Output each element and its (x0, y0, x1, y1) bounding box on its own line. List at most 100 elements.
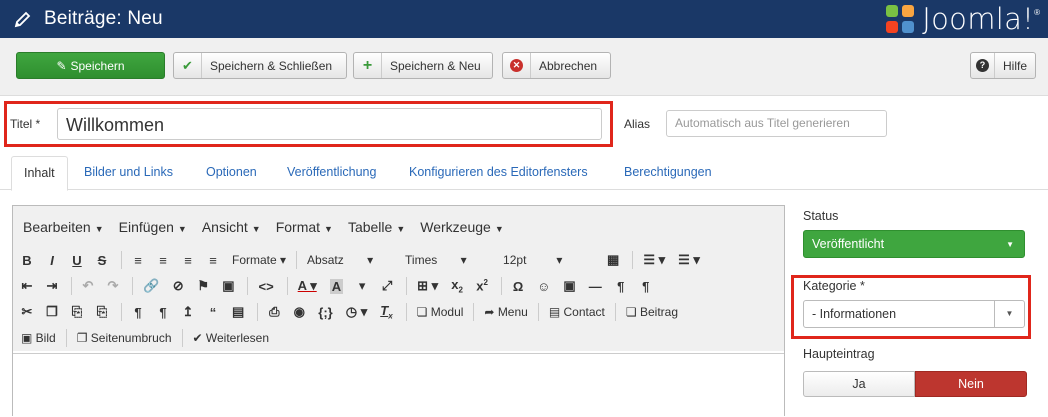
bild-button[interactable]: ▣ Bild (21, 331, 56, 345)
numbered-list-icon[interactable]: ☰ ▾ (678, 252, 700, 268)
cut-icon[interactable]: ✂ (21, 304, 33, 320)
text-color-icon[interactable]: A ▾ (298, 278, 317, 294)
category-value: - Informationen (812, 307, 897, 321)
unlink-icon[interactable]: ⊘ (172, 278, 184, 294)
strikethrough-icon[interactable]: S (96, 253, 108, 268)
media-icon[interactable]: ▣ (563, 278, 575, 294)
tab-bar: Inhalt Bilder und Links Optionen Veröffe… (0, 152, 1048, 191)
template-icon[interactable]: ▤ (232, 304, 244, 320)
status-value: Veröffentlicht (812, 237, 885, 251)
cancel-button[interactable]: ✕ Abbrechen (502, 52, 611, 79)
upload-icon[interactable]: ↥ (182, 304, 194, 320)
readmore-button[interactable]: ✔ Weiterlesen (193, 331, 270, 345)
align-justify-icon[interactable]: ≡ (207, 253, 219, 268)
joomla-logo-icon (884, 3, 916, 35)
outdent-icon[interactable]: ⇤ (21, 278, 33, 294)
contact-button[interactable]: ▤ Contact (549, 305, 605, 319)
title-input[interactable]: Willkommen (57, 108, 602, 140)
align-center-icon[interactable]: ≡ (157, 253, 169, 268)
underline-icon[interactable]: U (71, 253, 83, 268)
superscript-icon[interactable]: x2 (476, 278, 488, 293)
italic-icon[interactable]: I (46, 253, 58, 268)
link-icon[interactable]: 🔗 (143, 278, 159, 294)
tab-bilder-und-links[interactable]: Bilder und Links (72, 156, 185, 191)
code-sample-icon[interactable]: {;} (318, 305, 332, 320)
paste-icon[interactable]: ⎘ (71, 304, 83, 320)
blockquote-icon[interactable]: “ (207, 305, 219, 320)
category-select[interactable]: - Informationen ▼ (803, 300, 1025, 328)
font-family-dropdown[interactable]: Times ▾ (405, 253, 493, 267)
print-icon[interactable]: ⎙ (268, 304, 280, 320)
menu-bearbeiten[interactable]: Bearbeiten ▼ (23, 219, 104, 235)
check-icon: ✔ (174, 53, 202, 78)
save-button[interactable]: ✎ Speichern (16, 52, 165, 79)
tab-konfigurieren-editorfenster[interactable]: Konfigurieren des Editorfensters (397, 156, 600, 191)
preview-icon[interactable]: ◉ (293, 304, 305, 320)
tab-veroeffentlichung[interactable]: Veröffentlichung (275, 156, 388, 191)
editor-toolbar-row-2: ⇤ ⇥ ↶ ↷ 🔗 ⊘ ⚑ ▣ <> A ▾ A ▾ ⤢ ⊞ ▾ x2 x2 Ω… (13, 273, 784, 299)
menu-einfuegen[interactable]: Einfügen ▼ (119, 219, 187, 235)
featured-yes-button[interactable]: Ja (803, 371, 915, 397)
save-button-label: Speichern (70, 58, 125, 73)
tab-berechtigungen[interactable]: Berechtigungen (612, 156, 724, 191)
paste-text-icon[interactable]: ⎘ (96, 304, 108, 320)
joomla-logo[interactable]: Joomla! ® (884, 2, 1040, 36)
emoticon-icon[interactable]: ☺ (537, 279, 550, 294)
anchor-icon[interactable]: ⚑ (197, 278, 209, 294)
editor-toolbar-row-4: ▣ Bild ❐ Seitenumbruch ✔ Weiterlesen (13, 325, 784, 351)
code-icon[interactable]: <> (258, 279, 273, 294)
special-char-icon[interactable]: Ω (512, 279, 524, 294)
undo-icon[interactable]: ↶ (82, 278, 94, 294)
visualchars-icon[interactable]: ¶ (615, 279, 627, 294)
horizontal-rule-icon[interactable]: — (589, 279, 602, 294)
pencil-icon (14, 11, 31, 28)
save-new-button[interactable]: + Speichern & Neu (353, 52, 493, 79)
editor-menubar: Bearbeiten ▼ Einfügen ▼ Ansicht ▼ Format ▼ T… (13, 206, 784, 247)
app-header: Beiträge: Neu Joomla! ® (0, 0, 1048, 38)
beitrag-button[interactable]: ❏ Beitrag (626, 305, 678, 319)
formats-dropdown[interactable]: Formate ▾ (232, 253, 286, 267)
clear-formatting-icon[interactable]: Tx (380, 303, 392, 321)
featured-label: Haupteintrag (803, 347, 875, 361)
alias-input[interactable]: Automatisch aus Titel generieren (666, 110, 887, 137)
menu-werkzeuge[interactable]: Werkzeuge ▼ (420, 219, 503, 235)
subscript-icon[interactable]: x2 (451, 277, 463, 295)
menu-tabelle[interactable]: Tabelle ▼ (348, 219, 405, 235)
bold-icon[interactable]: B (21, 253, 33, 268)
redo-icon[interactable]: ↷ (107, 278, 119, 294)
rtl-icon[interactable]: ¶ (157, 305, 169, 320)
find-replace-icon[interactable]: ▦ (607, 252, 619, 268)
alias-label: Alias (624, 117, 651, 131)
nonbreaking-icon[interactable]: ¶ (640, 279, 652, 294)
tab-inhalt[interactable]: Inhalt (11, 156, 68, 191)
editor-toolbar-row-1: B I U S ≡ ≡ ≡ ≡ Formate ▾ Absatz ▾ Times… (13, 247, 784, 273)
bullet-list-icon[interactable]: ☰ ▾ (643, 252, 665, 268)
modul-button[interactable]: ❏ Modul (417, 305, 464, 319)
insert-datetime-icon[interactable]: ◷ ▾ (346, 304, 367, 320)
tab-optionen[interactable]: Optionen (194, 156, 269, 191)
align-right-icon[interactable]: ≡ (182, 253, 194, 268)
help-icon: ? (971, 53, 995, 78)
pagebreak-button[interactable]: ❐ Seitenumbruch (77, 331, 172, 345)
save-close-button[interactable]: ✔ Speichern & Schließen (173, 52, 347, 79)
align-left-icon[interactable]: ≡ (132, 253, 144, 268)
copy-icon[interactable]: ❐ (46, 304, 58, 320)
joomla-logo-text: Joomla! (922, 2, 1035, 36)
status-select[interactable]: Veröffentlicht ▼ (803, 230, 1025, 258)
ltr-icon[interactable]: ¶ (132, 305, 144, 320)
menu-format[interactable]: Format ▼ (276, 219, 333, 235)
font-size-dropdown[interactable]: 12pt ▾ (503, 253, 597, 267)
featured-no-button[interactable]: Nein (915, 371, 1027, 397)
editor-toolbar-row-3: ✂ ❐ ⎘ ⎘ ¶ ¶ ↥ “ ▤ ⎙ ◉ {;} ◷ ▾ Tx ❏ Modul… (13, 299, 784, 325)
menu-button[interactable]: ➦ Menu (484, 305, 527, 319)
background-color-icon[interactable]: A (329, 278, 344, 294)
table-icon[interactable]: ⊞ ▾ (417, 278, 438, 294)
image-icon[interactable]: ▣ (222, 278, 234, 294)
menu-ansicht[interactable]: Ansicht ▼ (202, 219, 261, 235)
indent-icon[interactable]: ⇥ (46, 278, 58, 294)
fullscreen-icon[interactable]: ⤢ (381, 278, 393, 294)
help-button[interactable]: ? Hilfe (970, 52, 1036, 79)
save-close-label: Speichern & Schließen (210, 58, 333, 73)
editor-content-area[interactable] (13, 353, 784, 417)
block-format-dropdown[interactable]: Absatz ▾ (307, 253, 395, 267)
